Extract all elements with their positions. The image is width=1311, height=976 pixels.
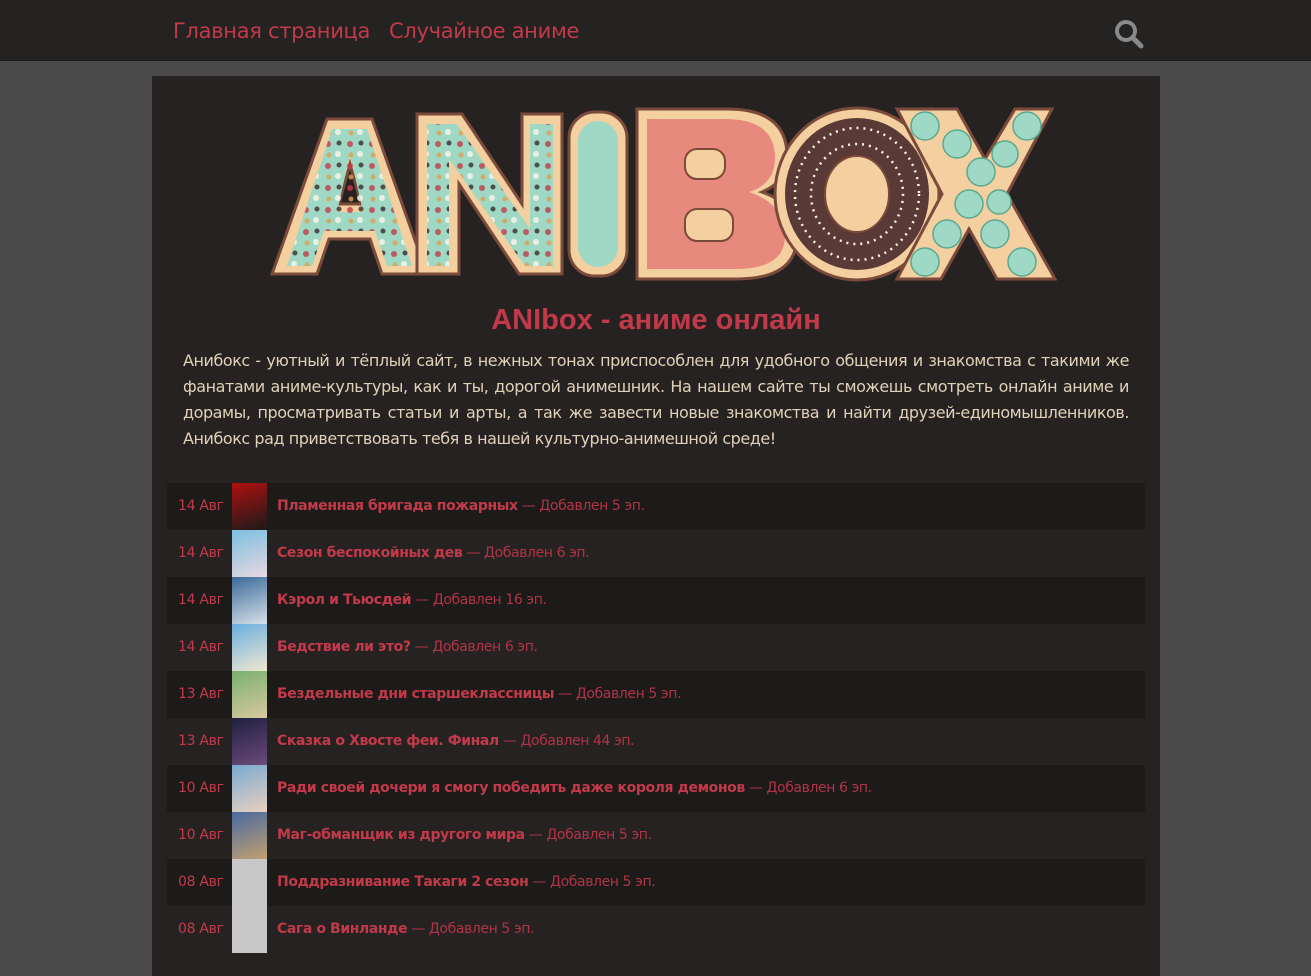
anime-poster-thumbnail[interactable] xyxy=(232,765,267,812)
anime-title-link[interactable]: Бедствие ли это? xyxy=(277,639,411,655)
episode-added-text: — Добавлен 6 эп. xyxy=(744,780,872,796)
update-row: 13 Авг Сказка о Хвосте феи. Финал — Добав… xyxy=(167,718,1145,765)
site-title: ANIbox - аниме онлайн xyxy=(491,304,821,336)
update-row: 10 Авг Ради своей дочери я смогу победить… xyxy=(167,765,1145,812)
anime-title-link[interactable]: Пламенная бригада пожарных xyxy=(277,498,518,514)
update-line: Сага о Винланде — Добавлен 5 эп. xyxy=(277,921,534,937)
update-row: 10 Авг Маг-обманщик из другого мира — Доб… xyxy=(167,812,1145,859)
update-line: Сказка о Хвосте феи. Финал — Добавлен 44… xyxy=(277,733,635,749)
top-navbar: Главная страница Случайное аниме xyxy=(0,0,1311,60)
episode-added-text: — Добавлен 5 эп. xyxy=(407,921,535,937)
anime-poster-thumbnail[interactable] xyxy=(232,718,267,765)
anime-title-link[interactable]: Сезон беспокойных дев xyxy=(277,545,463,561)
update-row: 08 Авг Сага о Винланде — Добавлен 5 эп. xyxy=(167,906,1145,953)
update-date: 14 Авг xyxy=(178,592,224,608)
update-date: 13 Авг xyxy=(178,733,224,749)
update-date: 10 Авг xyxy=(178,780,224,796)
update-line: Бедствие ли это? — Добавлен 6 эп. xyxy=(277,639,538,655)
search-button[interactable] xyxy=(1113,18,1145,50)
episode-added-text: — Добавлен 5 эп. xyxy=(528,874,656,890)
update-date: 13 Авг xyxy=(178,686,224,702)
updates-list: 14 Авг Пламенная бригада пожарных — Добав… xyxy=(167,483,1145,953)
anime-title-link[interactable]: Ради своей дочери я смогу победить даже … xyxy=(277,780,745,796)
update-line: Сезон беспокойных дев — Добавлен 6 эп. xyxy=(277,545,590,561)
update-row: 13 Авг Бездельные дни старшеклассницы — Д… xyxy=(167,671,1145,718)
nav-home-link[interactable]: Главная страница xyxy=(173,19,370,43)
update-date: 14 Авг xyxy=(178,545,224,561)
anime-poster-thumbnail[interactable] xyxy=(232,859,267,906)
update-line: Кэрол и Тьюсдей — Добавлен 16 эп. xyxy=(277,592,547,608)
logo-image xyxy=(269,106,1058,282)
update-date: 14 Авг xyxy=(178,639,224,655)
nav-random-anime-link[interactable]: Случайное аниме xyxy=(389,19,579,43)
episode-added-text: — Добавлен 6 эп. xyxy=(462,545,590,561)
anime-title-link[interactable]: Сказка о Хвосте феи. Финал xyxy=(277,733,499,749)
update-date: 08 Авг xyxy=(178,921,224,937)
episode-added-text: — Добавлен 5 эп. xyxy=(554,686,682,702)
episode-added-text: — Добавлен 6 эп. xyxy=(410,639,538,655)
episode-added-text: — Добавлен 5 эп. xyxy=(524,827,652,843)
update-row: 14 Авг Кэрол и Тьюсдей — Добавлен 16 эп. xyxy=(167,577,1145,624)
anime-poster-thumbnail[interactable] xyxy=(232,624,267,671)
anime-title-link[interactable]: Кэрол и Тьюсдей xyxy=(277,592,412,608)
update-date: 08 Авг xyxy=(178,874,224,890)
anime-title-link[interactable]: Сага о Винланде xyxy=(277,921,408,937)
update-row: 14 Авг Пламенная бригада пожарных — Добав… xyxy=(167,483,1145,530)
update-date: 14 Авг xyxy=(178,498,224,514)
update-line: Пламенная бригада пожарных — Добавлен 5 … xyxy=(277,498,645,514)
anime-poster-thumbnail[interactable] xyxy=(232,577,267,624)
episode-added-text: — Добавлен 5 эп. xyxy=(517,498,645,514)
anime-poster-thumbnail[interactable] xyxy=(232,812,267,859)
anime-title-link[interactable]: Бездельные дни старшеклассницы xyxy=(277,686,555,702)
update-row: 14 Авг Сезон беспокойных дев — Добавлен 6… xyxy=(167,530,1145,577)
anibox-logo[interactable] xyxy=(257,94,1058,294)
update-row: 08 Авг Поддразнивание Такаги 2 сезон — До… xyxy=(167,859,1145,906)
episode-added-text: — Добавлен 44 эп. xyxy=(498,733,635,749)
anime-title-link[interactable]: Поддразнивание Такаги 2 сезон xyxy=(277,874,529,890)
update-row: 14 Авг Бедствие ли это? — Добавлен 6 эп. xyxy=(167,624,1145,671)
update-date: 10 Авг xyxy=(178,827,224,843)
anime-poster-thumbnail[interactable] xyxy=(232,483,267,530)
search-icon xyxy=(1115,20,1144,49)
update-line: Ради своей дочери я смогу победить даже … xyxy=(277,780,872,796)
intro-text: Анибокс - уютный и тёплый сайт, в нежных… xyxy=(183,351,1129,448)
update-line: Бездельные дни старшеклассницы — Добавле… xyxy=(277,686,681,702)
episode-added-text: — Добавлен 16 эп. xyxy=(411,592,547,608)
update-line: Маг-обманщик из другого мира — Добавлен … xyxy=(277,827,652,843)
anime-poster-thumbnail[interactable] xyxy=(232,530,267,577)
anime-poster-thumbnail[interactable] xyxy=(232,671,267,718)
anime-poster-thumbnail[interactable] xyxy=(232,906,267,953)
update-line: Поддразнивание Такаги 2 сезон — Добавлен… xyxy=(277,874,656,890)
anime-title-link[interactable]: Маг-обманщик из другого мира xyxy=(277,827,525,843)
main-panel: ANIbox - аниме онлайн Анибокс - уютный и… xyxy=(152,76,1160,976)
